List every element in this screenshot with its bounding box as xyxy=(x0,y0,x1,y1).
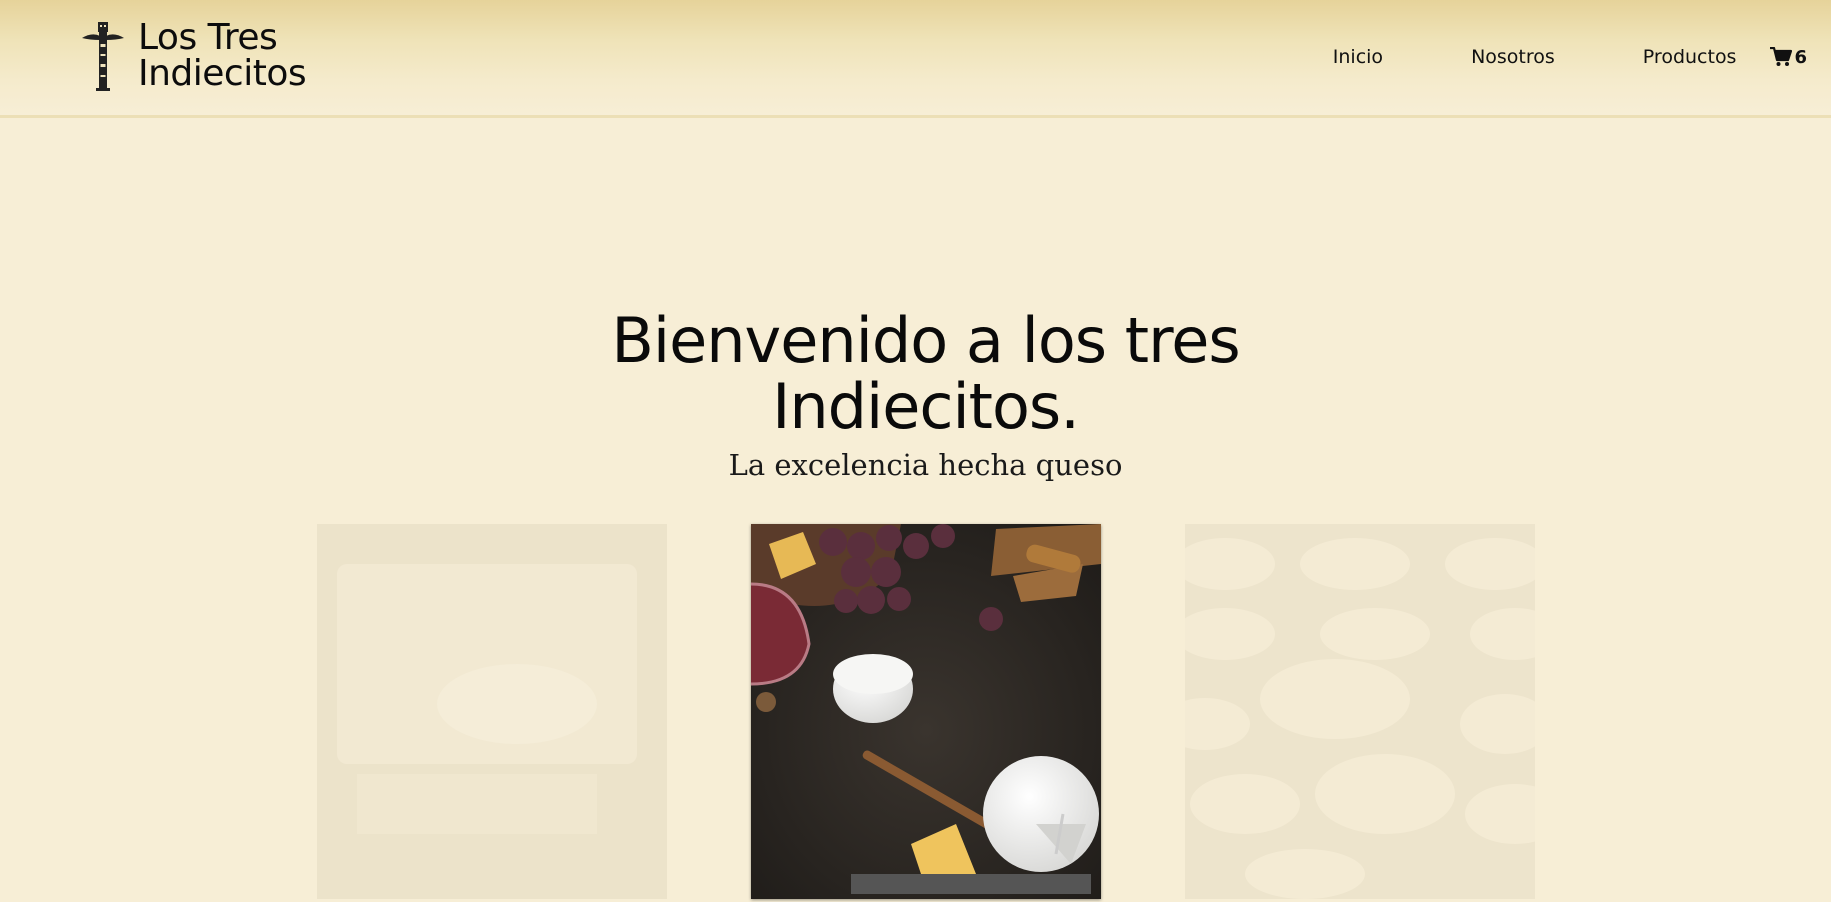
cart-button[interactable]: 6 xyxy=(1770,47,1807,68)
totem-icon xyxy=(82,22,124,91)
main-nav: Inicio Nosotros Productos 6 xyxy=(1333,46,1807,68)
cheese-board-image xyxy=(317,524,667,899)
carousel-slide-previous[interactable] xyxy=(317,524,667,899)
brand-name-line2: Indiecitos xyxy=(138,53,307,94)
image-carousel xyxy=(0,524,1831,902)
cart-count-badge: 6 xyxy=(1794,46,1807,68)
carousel-slide-next[interactable] xyxy=(1185,524,1535,899)
hero-title-line2: Indiecitos. xyxy=(772,370,1080,443)
brand-name: Los Tres Indiecitos xyxy=(138,17,307,94)
cheese-platter-image xyxy=(751,524,1101,899)
brand-logo-link[interactable]: Los Tres Indiecitos xyxy=(80,17,307,94)
hero-subtitle: La excelencia hecha queso xyxy=(728,448,1123,482)
shopping-cart-icon xyxy=(1770,47,1793,66)
brand-name-line1: Los Tres xyxy=(138,17,278,58)
nav-link-productos[interactable]: Productos xyxy=(1643,46,1737,68)
cheese-wheels-image xyxy=(1185,524,1535,899)
nav-link-inicio[interactable]: Inicio xyxy=(1333,46,1383,68)
carousel-slide-active[interactable] xyxy=(751,524,1101,899)
hero-title-line1: Bienvenido a los tres xyxy=(611,304,1240,377)
nav-link-nosotros[interactable]: Nosotros xyxy=(1471,46,1555,68)
hero-title: Bienvenido a los tres Indiecitos. xyxy=(0,308,1831,440)
site-header: Los Tres Indiecitos Inicio Nosotros Prod… xyxy=(0,0,1831,118)
